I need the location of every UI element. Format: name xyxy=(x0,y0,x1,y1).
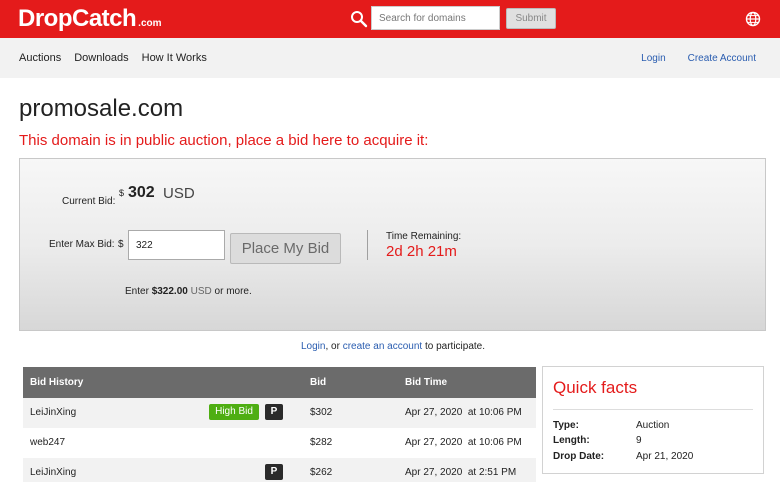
minimum-bid-currency: USD xyxy=(190,286,212,297)
high-bid-badge: High Bid xyxy=(209,404,259,420)
table-row: LeiJinXing High Bid P $302 Apr 27, 2020 … xyxy=(23,398,536,428)
fact-label: Drop Date: xyxy=(553,451,605,462)
nav-login-link[interactable]: Login xyxy=(641,53,665,64)
private-badge: P xyxy=(265,464,283,480)
create-account-link[interactable]: create an account xyxy=(343,341,423,352)
fact-label: Length: xyxy=(553,435,590,446)
nav-how-it-works[interactable]: How It Works xyxy=(142,52,207,64)
fact-value: Auction xyxy=(636,420,670,431)
header-bid-history: Bid History xyxy=(30,377,84,388)
header-bid: Bid xyxy=(310,377,327,388)
search-submit-button[interactable]: Submit xyxy=(506,8,556,29)
bid-amount: $282 xyxy=(310,437,333,448)
minimum-bid-note: Enter $322.00 USD or more. xyxy=(125,286,252,297)
header-bid-time: Bid Time xyxy=(405,377,448,388)
current-bid-label: Current Bid: xyxy=(62,196,116,207)
nav-create-account-link[interactable]: Create Account xyxy=(688,53,756,64)
fact-value: Apr 21, 2020 xyxy=(636,451,694,462)
auction-message: This domain is in public auction, place … xyxy=(19,132,429,149)
fact-label: Type: xyxy=(553,420,579,431)
minimum-bid-amount: $322.00 xyxy=(151,286,188,297)
quick-facts-title: Quick facts xyxy=(553,378,638,397)
bid-history-table: Bid History Bid Bid Time LeiJinXing High… xyxy=(23,367,536,482)
logo-text: DropCatch xyxy=(18,5,137,32)
fact-value: 9 xyxy=(636,435,642,446)
table-header: Bid History Bid Bid Time xyxy=(23,367,536,398)
bidder-name: LeiJinXing xyxy=(30,407,77,418)
logo-domain-suffix: .com xyxy=(138,18,162,29)
place-bid-button[interactable]: Place My Bid xyxy=(230,233,341,264)
quick-facts-divider xyxy=(553,409,753,410)
max-bid-input[interactable] xyxy=(128,230,225,260)
fact-length: Length: 9 xyxy=(553,435,753,449)
nav-auctions[interactable]: Auctions xyxy=(19,52,61,64)
fact-drop-date: Drop Date: Apr 21, 2020 xyxy=(553,451,753,465)
bid-time: Apr 27, 2020 at 2:51 PM xyxy=(405,467,517,478)
bid-time: Apr 27, 2020 at 10:06 PM xyxy=(405,407,522,418)
current-bid-amount: 302 xyxy=(128,184,155,201)
globe-icon[interactable] xyxy=(744,10,762,28)
login-prompt: Login, or create an account to participa… xyxy=(0,341,780,352)
bid-panel: Current Bid: $ 302 USD Enter Max Bid: $ … xyxy=(19,158,766,331)
quick-facts-panel: Quick facts Type: Auction Length: 9 Drop… xyxy=(542,366,764,474)
bidder-name: web247 xyxy=(30,437,66,448)
main-nav: Auctions Downloads How It Works Login Cr… xyxy=(0,38,780,78)
login-link[interactable]: Login xyxy=(301,341,325,352)
vertical-divider xyxy=(367,230,368,260)
participate-text: to participate. xyxy=(422,341,485,352)
domain-search-input[interactable] xyxy=(371,6,500,30)
fact-type: Type: Auction xyxy=(553,420,753,434)
top-header: DropCatch .com Submit xyxy=(0,0,780,38)
nav-left-links: Auctions Downloads How It Works xyxy=(19,38,220,78)
bid-amount: $302 xyxy=(310,407,333,418)
max-bid-currency-symbol: $ xyxy=(118,239,124,250)
bidder-name: LeiJinXing xyxy=(30,467,77,478)
bid-time: Apr 27, 2020 at 10:06 PM xyxy=(405,437,522,448)
table-row: web247 $282 Apr 27, 2020 at 10:06 PM xyxy=(23,428,536,458)
nav-account-links: Login Create Account xyxy=(619,38,756,78)
page-title: promosale.com xyxy=(19,95,184,122)
max-bid-label: Enter Max Bid: xyxy=(49,239,115,250)
current-bid-currency-symbol: $ xyxy=(119,188,125,198)
table-row: LeiJinXing P $262 Apr 27, 2020 at 2:51 P… xyxy=(23,458,536,482)
login-or-text: , or xyxy=(325,341,343,352)
dropcatch-logo[interactable]: DropCatch .com xyxy=(18,7,162,31)
bid-amount: $262 xyxy=(310,467,333,478)
private-badge: P xyxy=(265,404,283,420)
search-icon[interactable] xyxy=(350,10,368,28)
current-bid-currency: USD xyxy=(163,185,195,202)
time-remaining-label: Time Remaining: xyxy=(386,231,462,242)
time-remaining-value: 2d 2h 21m xyxy=(386,243,457,260)
nav-downloads[interactable]: Downloads xyxy=(74,52,128,64)
minimum-bid-prefix: Enter xyxy=(125,286,149,297)
minimum-bid-suffix: or more. xyxy=(214,286,252,297)
